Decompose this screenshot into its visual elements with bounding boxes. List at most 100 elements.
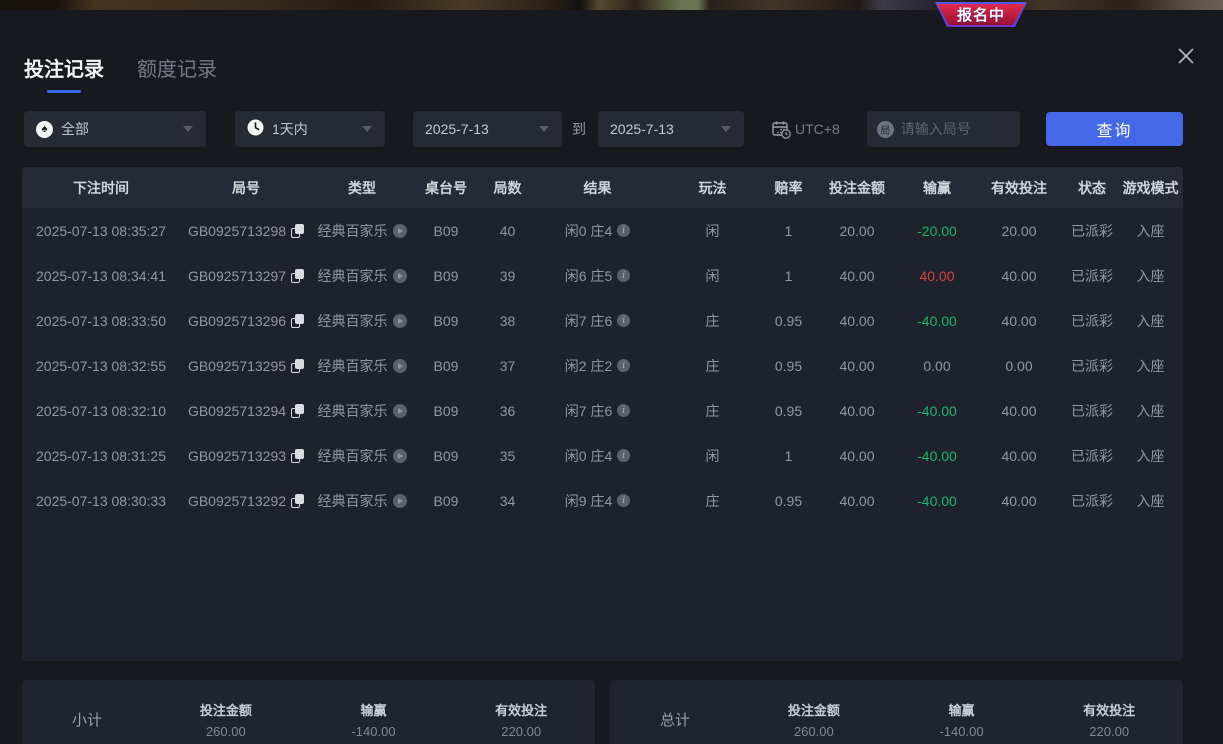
chevron-down-icon <box>362 126 372 132</box>
cell-type: 经典百家乐 <box>312 401 412 421</box>
game-type-value: 全部 <box>61 119 89 139</box>
timezone-label: UTC+8 <box>795 121 840 137</box>
replay-icon[interactable] <box>393 494 407 508</box>
copy-icon[interactable] <box>291 359 304 373</box>
replay-icon[interactable] <box>393 449 407 463</box>
cell-win-loss: 0.00 <box>902 358 972 374</box>
subtotal-panel: 小计 投注金额 260.00 输赢 -140.00 有效投注 220.00 <box>22 680 595 744</box>
cell-win-loss: -40.00 <box>902 313 972 329</box>
info-icon[interactable]: i <box>617 314 630 327</box>
cell-valid-bet: 40.00 <box>972 448 1066 464</box>
cell-play: 闲 <box>660 266 765 286</box>
cell-status: 已派彩 <box>1066 446 1118 466</box>
total-winloss-value: -140.00 <box>888 724 1036 739</box>
date-to-dropdown[interactable]: 2025-7-13 <box>598 111 744 147</box>
cell-odds: 1 <box>765 268 812 284</box>
bet-records-modal: 投注记录 额度记录 ♠ 全部 1天内 2025-7-13 到 2025-7-13 <box>0 10 1223 744</box>
subtotal-valid-group: 有效投注 220.00 <box>447 700 595 739</box>
copy-icon[interactable] <box>291 449 304 463</box>
chevron-down-icon <box>721 126 731 132</box>
cell-play: 庄 <box>660 491 765 511</box>
date-from-dropdown[interactable]: 2025-7-13 <box>413 111 562 147</box>
query-button[interactable]: 查询 <box>1046 112 1183 146</box>
cell-bet-amount: 40.00 <box>812 448 902 464</box>
cell-odds: 0.95 <box>765 358 812 374</box>
copy-icon[interactable] <box>291 269 304 283</box>
type-text: 经典百家乐 <box>318 446 388 466</box>
cell-game-mode: 入座 <box>1118 491 1183 511</box>
cell-game-no: GB0925713296 <box>180 313 312 329</box>
tab-quota-records[interactable]: 额度记录 <box>137 53 217 93</box>
table-header-row: 下注时间 局号 类型 桌台号 局数 结果 玩法 赔率 投注金额 输赢 有效投注 … <box>22 167 1183 208</box>
type-text: 经典百家乐 <box>318 356 388 376</box>
copy-icon[interactable] <box>291 494 304 508</box>
table-row: 2025-07-13 08:33:50 GB0925713296 经典百家乐 B… <box>22 298 1183 343</box>
cell-valid-bet: 40.00 <box>972 403 1066 419</box>
game-no-text: GB0925713294 <box>188 403 286 419</box>
copy-icon[interactable] <box>291 404 304 418</box>
cell-status: 已派彩 <box>1066 356 1118 376</box>
table-row: 2025-07-13 08:31:25 GB0925713293 经典百家乐 B… <box>22 433 1183 478</box>
header-status: 状态 <box>1066 178 1118 198</box>
cell-result: 闲0 庄4 i <box>535 221 660 241</box>
table-row: 2025-07-13 08:34:41 GB0925713297 经典百家乐 B… <box>22 253 1183 298</box>
cell-bet-time: 2025-07-13 08:31:25 <box>22 448 180 464</box>
game-no-text: GB0925713293 <box>188 448 286 464</box>
result-text: 闲7 庄6 <box>565 401 612 421</box>
game-number-search[interactable]: 局 <box>867 111 1020 147</box>
cell-valid-bet: 40.00 <box>972 493 1066 509</box>
replay-icon[interactable] <box>393 404 407 418</box>
game-no-text: GB0925713292 <box>188 493 286 509</box>
cell-odds: 0.95 <box>765 313 812 329</box>
replay-icon[interactable] <box>393 224 407 238</box>
type-text: 经典百家乐 <box>318 266 388 286</box>
cell-play: 闲 <box>660 446 765 466</box>
cell-game-no: GB0925713294 <box>180 403 312 419</box>
cell-game-mode: 入座 <box>1118 221 1183 241</box>
cell-table-no: B09 <box>412 493 480 509</box>
subtotal-winloss-group: 输赢 -140.00 <box>300 700 448 739</box>
cell-valid-bet: 20.00 <box>972 223 1066 239</box>
cell-play: 庄 <box>660 356 765 376</box>
game-number-input[interactable] <box>901 121 1010 137</box>
cell-result: 闲9 庄4 i <box>535 491 660 511</box>
replay-icon[interactable] <box>393 359 407 373</box>
total-bet-value: 260.00 <box>740 724 888 739</box>
signup-badge-label: 报名中 <box>957 4 1005 25</box>
cell-win-loss: 40.00 <box>902 268 972 284</box>
cell-bet-time: 2025-07-13 08:34:41 <box>22 268 180 284</box>
cell-game-mode: 入座 <box>1118 356 1183 376</box>
cell-game-no: GB0925713298 <box>180 223 312 239</box>
table-row: 2025-07-13 08:30:33 GB0925713292 经典百家乐 B… <box>22 478 1183 523</box>
info-icon[interactable]: i <box>617 224 630 237</box>
cell-status: 已派彩 <box>1066 491 1118 511</box>
info-icon[interactable]: i <box>617 269 630 282</box>
copy-icon[interactable] <box>291 314 304 328</box>
close-icon[interactable] <box>1173 43 1199 69</box>
info-icon[interactable]: i <box>617 404 630 417</box>
info-icon[interactable]: i <box>617 494 630 507</box>
cell-type: 经典百家乐 <box>312 221 412 241</box>
tab-bet-records[interactable]: 投注记录 <box>24 53 104 93</box>
cell-result: 闲0 庄4 i <box>535 446 660 466</box>
cell-status: 已派彩 <box>1066 266 1118 286</box>
header-bet-time: 下注时间 <box>22 178 180 198</box>
time-range-dropdown[interactable]: 1天内 <box>235 111 385 147</box>
cell-bet-time: 2025-07-13 08:35:27 <box>22 223 180 239</box>
type-text: 经典百家乐 <box>318 311 388 331</box>
replay-icon[interactable] <box>393 314 407 328</box>
info-icon[interactable]: i <box>617 449 630 462</box>
cell-bet-amount: 40.00 <box>812 493 902 509</box>
cell-bet-time: 2025-07-13 08:33:50 <box>22 313 180 329</box>
replay-icon[interactable] <box>393 269 407 283</box>
cell-bet-amount: 40.00 <box>812 313 902 329</box>
game-type-dropdown[interactable]: ♠ 全部 <box>24 111 206 147</box>
cell-game-no: GB0925713293 <box>180 448 312 464</box>
total-label: 总计 <box>610 709 740 730</box>
cell-table-no: B09 <box>412 268 480 284</box>
info-icon[interactable]: i <box>617 359 630 372</box>
cell-round: 34 <box>480 493 535 509</box>
cell-odds: 0.95 <box>765 493 812 509</box>
copy-icon[interactable] <box>291 224 304 238</box>
cell-game-no: GB0925713295 <box>180 358 312 374</box>
